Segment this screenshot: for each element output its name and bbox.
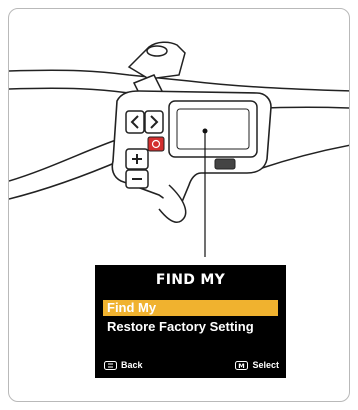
- menu-item-find-my[interactable]: Find My: [103, 300, 278, 316]
- select-hint: M Select: [235, 360, 279, 370]
- controller-display: FIND MY Find My Restore Factory Setting …: [95, 265, 286, 378]
- m-button-icon: M: [235, 360, 249, 370]
- instruction-card: FIND MY Find My Restore Factory Setting …: [8, 8, 350, 402]
- svg-text:M: M: [239, 362, 245, 370]
- screen-title: FIND MY: [155, 272, 226, 288]
- menu-item-restore-factory-setting[interactable]: Restore Factory Setting: [103, 319, 278, 335]
- back-hint: Back: [104, 360, 143, 370]
- back-button-icon: [104, 360, 117, 370]
- select-label: Select: [252, 360, 279, 370]
- back-label: Back: [121, 360, 143, 370]
- handlebar-controller-illustration: [9, 41, 349, 257]
